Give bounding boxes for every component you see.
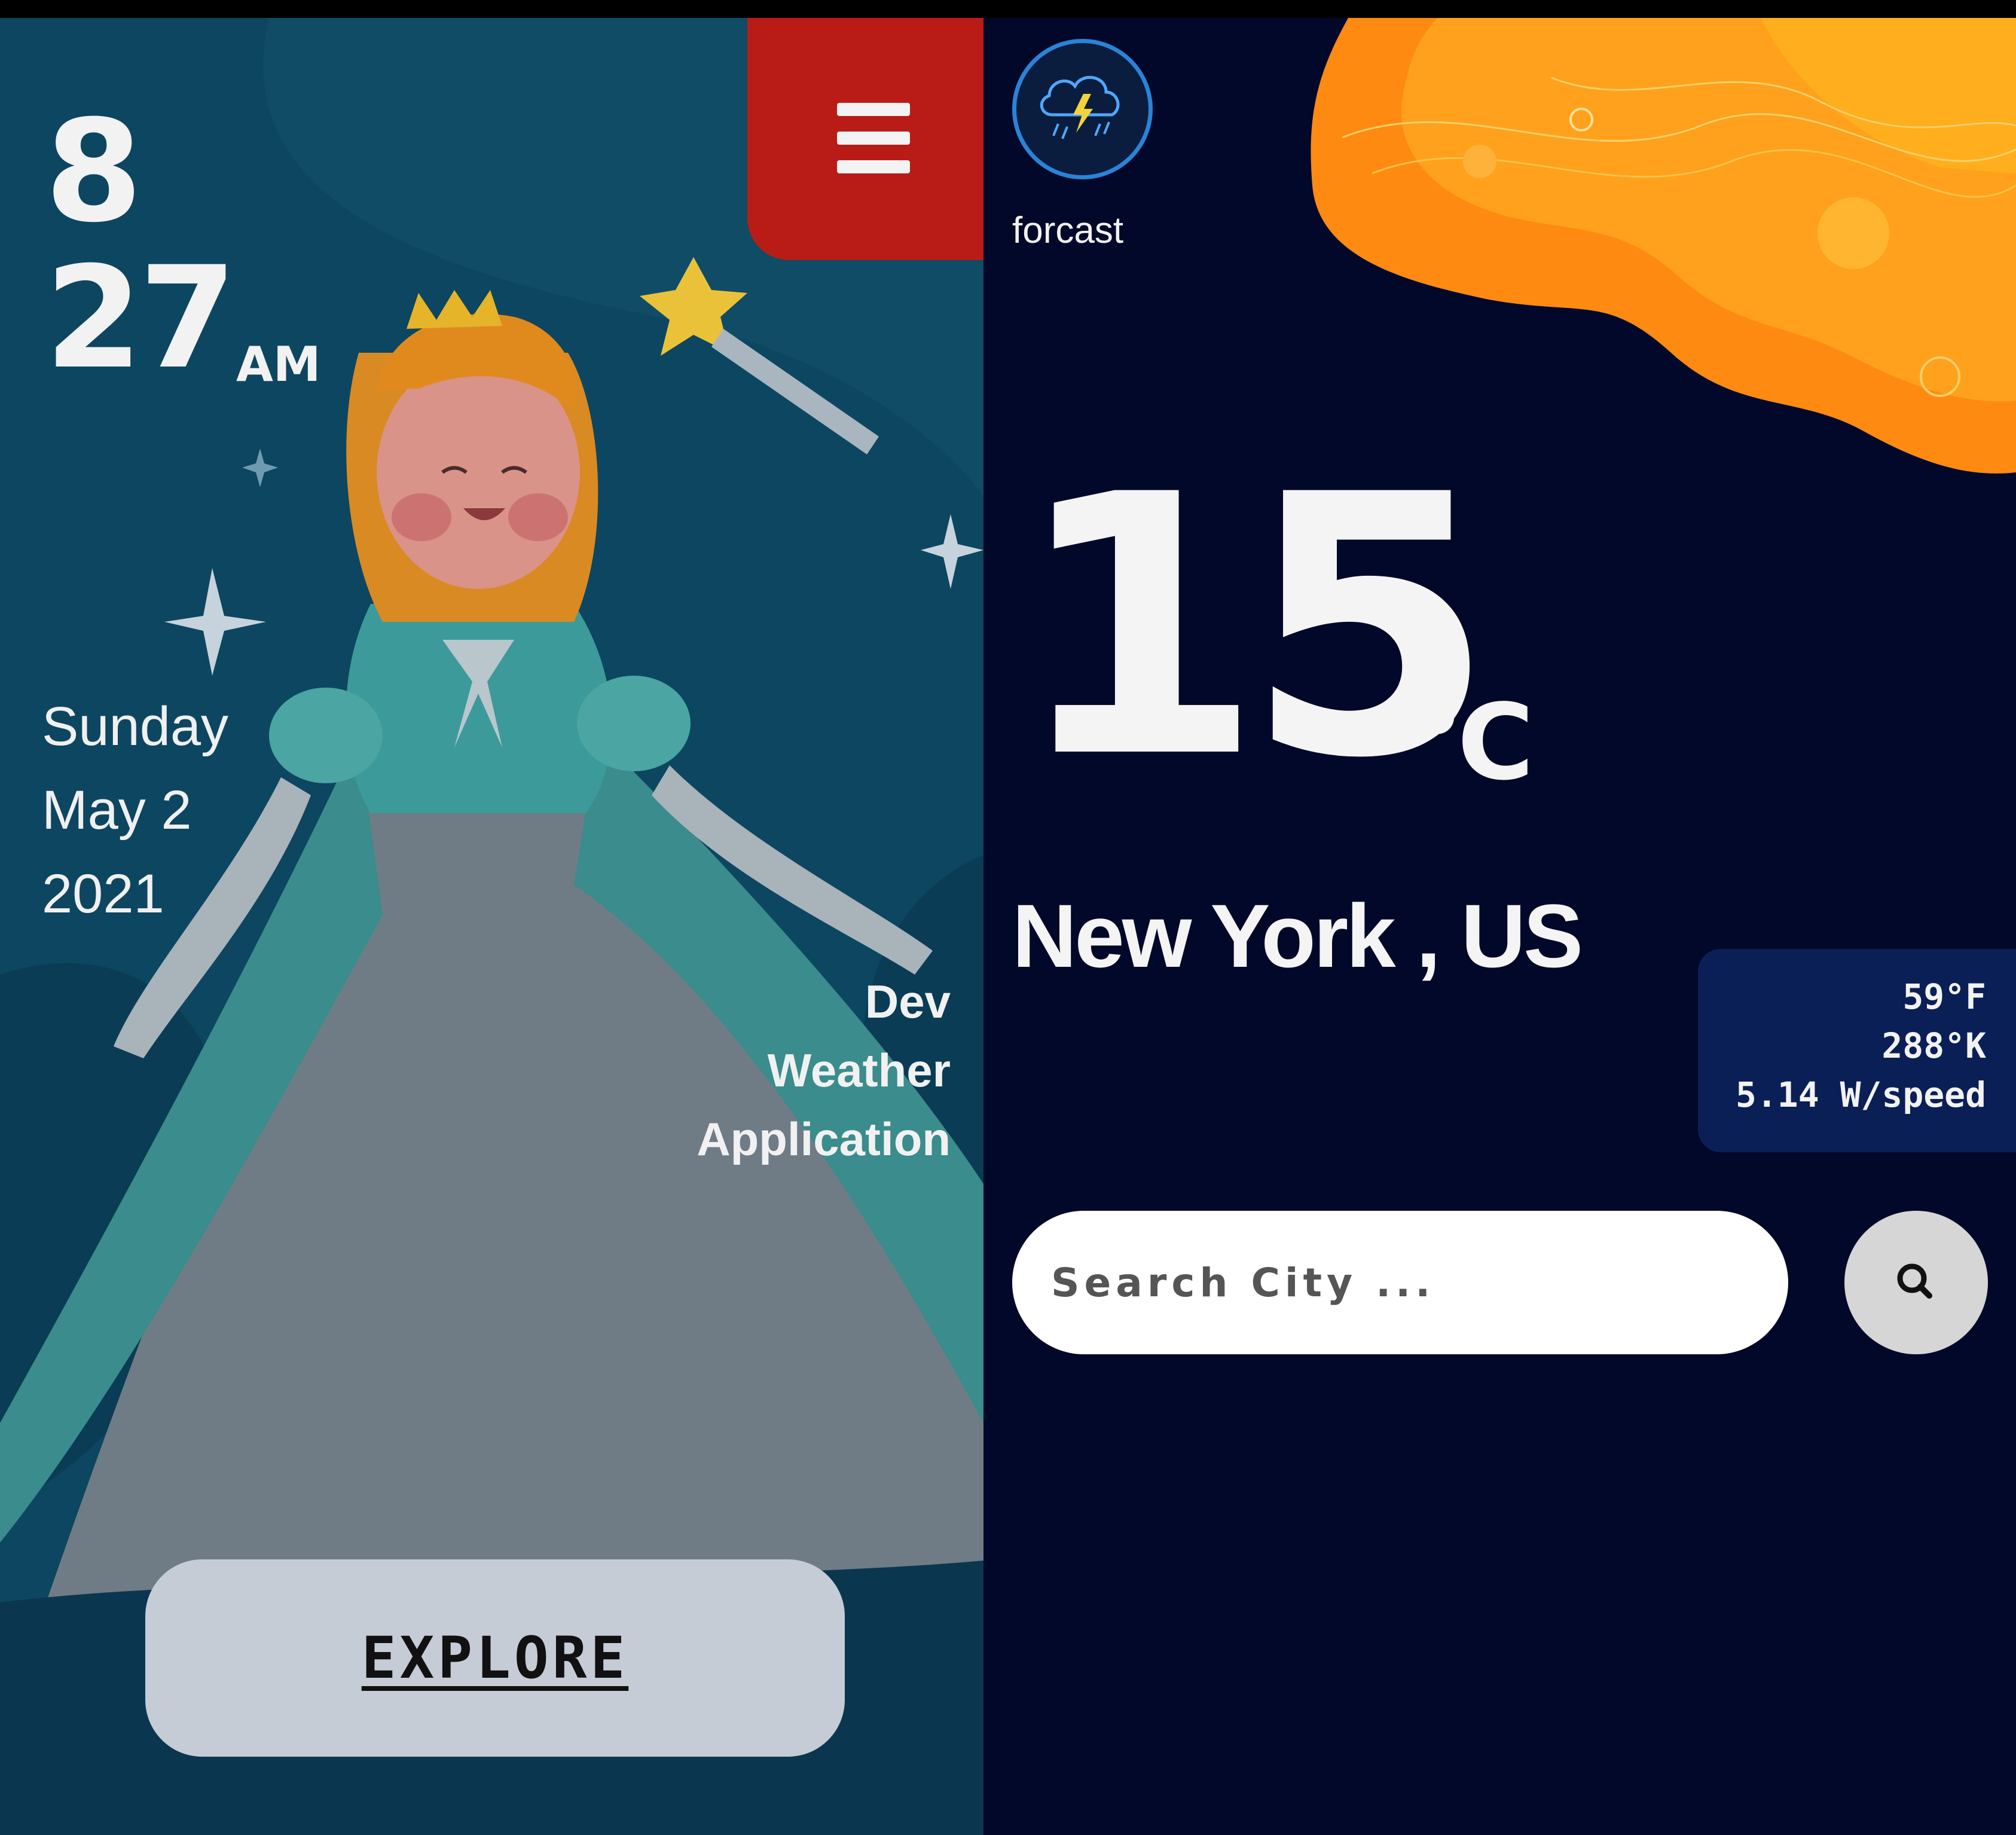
explore-button[interactable]: EXPLORE	[145, 1559, 845, 1757]
clock-minute: 27	[45, 237, 237, 400]
temperature-kelvin: 288°K	[1881, 1025, 1986, 1066]
logo-label: forcast	[1012, 210, 1124, 251]
temperature-value: 15	[1013, 419, 1495, 836]
search-city-input[interactable]	[1012, 1211, 1788, 1354]
wind-speed: 5.14 W/speed	[1735, 1074, 1986, 1115]
explore-button-label: EXPLORE	[361, 1625, 629, 1692]
date-weekday: Sunday	[42, 696, 229, 757]
date-year: 2021	[42, 863, 164, 924]
app-name-line-2: Weather	[767, 1044, 951, 1097]
clock-period: AM	[236, 337, 321, 392]
app-name-line-3: Application	[697, 1113, 951, 1165]
app-name-line-1: Dev	[865, 975, 951, 1028]
search-button[interactable]	[1844, 1211, 1988, 1354]
weather-stats-card: 59°F 288°K 5.14 W/speed	[1698, 949, 2016, 1152]
location-label: New York , US	[1012, 886, 1583, 986]
app-logo[interactable]	[1012, 39, 1153, 179]
menu-button[interactable]	[747, 18, 983, 260]
search-icon	[1897, 1263, 1932, 1299]
home-screen: 8 27 AM Sunday May 2 2021 Dev Weather Ap…	[0, 18, 983, 1835]
date-month-day: May 2	[42, 780, 192, 841]
temperature-fahrenheit: 59°F	[1902, 976, 1986, 1017]
status-bar	[0, 0, 2016, 18]
temperature-unit: °C	[1411, 682, 1534, 804]
clock-hour: 8	[45, 90, 142, 254]
weather-screen: forcast 15 °C New York , US 59°F 288°K 5…	[983, 18, 2016, 1835]
thunderstorm-cloud-icon	[1040, 75, 1120, 139]
